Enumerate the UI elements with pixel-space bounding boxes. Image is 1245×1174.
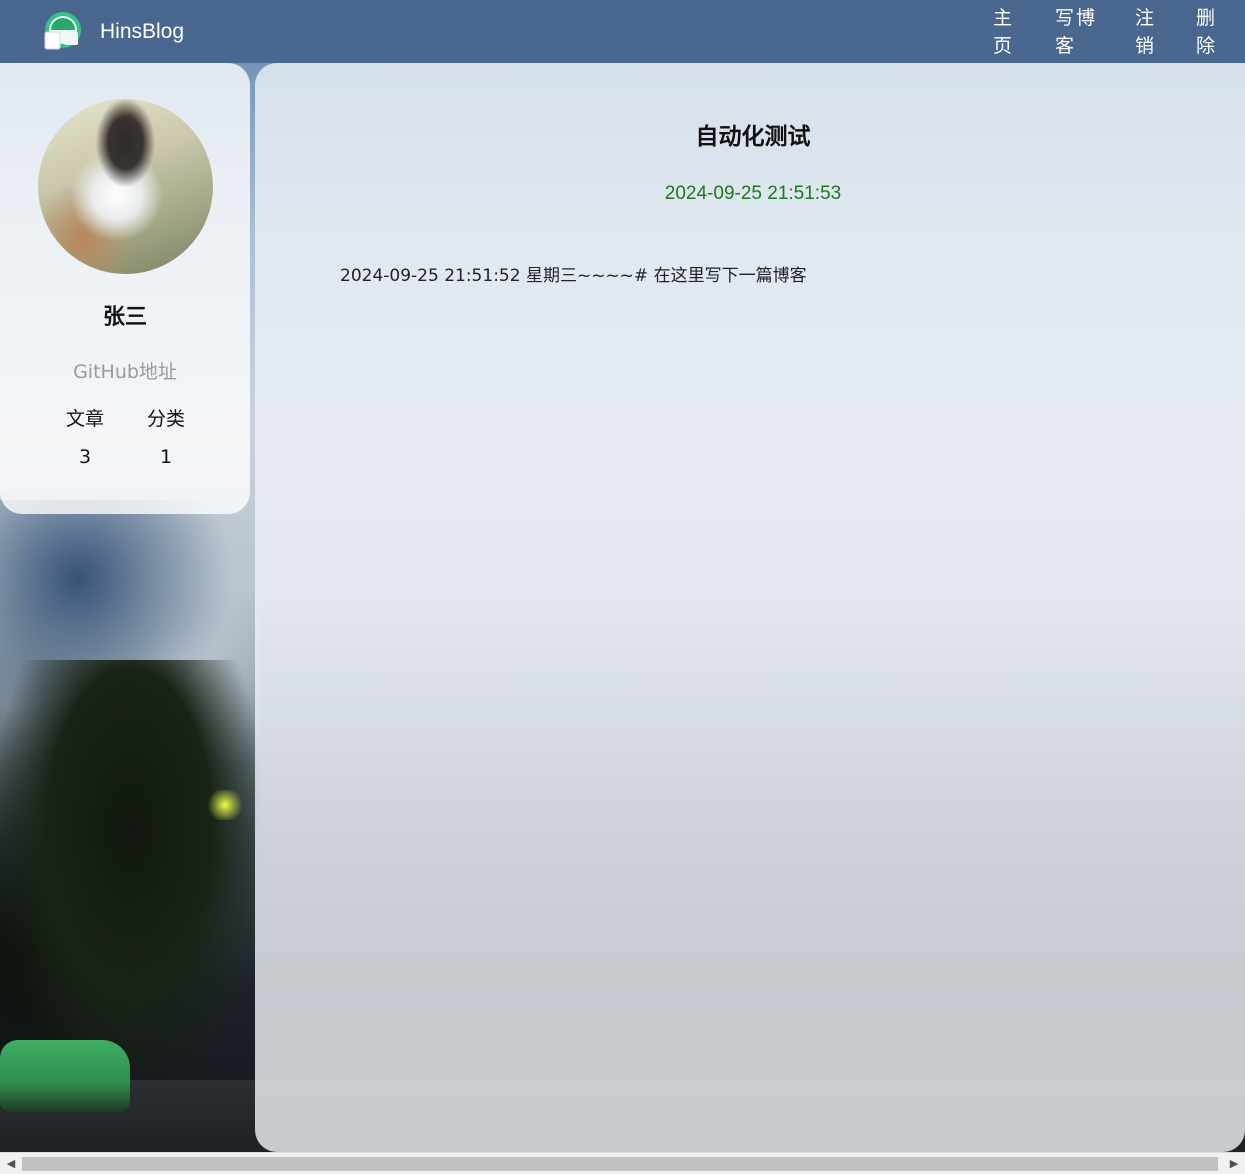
post-content: 2024-09-25 21:51:52 星期三~~~~# 在这里写下一篇博客 [340,266,807,286]
stat-category-count: 1 [159,446,173,468]
stat-articles-count: 3 [78,446,92,468]
blog-logo-icon [44,12,81,50]
github-link[interactable]: GitHub地址 [0,357,250,384]
horizontal-scrollbar[interactable]: ◀ ▶ [0,1152,1245,1174]
avatar [38,99,213,274]
background-street-lamp [205,790,245,820]
scroll-right-arrow-icon[interactable]: ▶ [1226,1156,1242,1172]
nav-link-logout[interactable]: 注销 [1135,4,1157,60]
site-title[interactable]: HinsBlog [100,20,184,44]
background-taxi [0,1040,130,1112]
nav-link-write-blog[interactable]: 写博客 [1055,4,1099,60]
background-trees [0,660,260,1080]
post-title: 自动化测试 [695,124,811,150]
nav-link-home[interactable]: 主页 [993,4,1015,60]
scroll-left-arrow-icon[interactable]: ◀ [3,1156,19,1172]
nav-link-delete[interactable]: 删除 [1196,4,1218,60]
stat-category-label: 分类 [146,408,185,430]
top-nav: HinsBlog 主页 写博客 注销 删除 [0,0,1245,63]
scrollbar-thumb[interactable] [22,1157,1218,1171]
user-name: 张三 [102,305,147,330]
post-date: 2024-09-25 21:51:53 [664,183,842,204]
stat-articles-label: 文章 [65,408,104,430]
profile-card: 张三 GitHub地址 文章 分类 3 1 [0,63,250,514]
post-detail-panel: 自动化测试 2024-09-25 21:51:53 2024-09-25 21:… [255,63,1245,1152]
